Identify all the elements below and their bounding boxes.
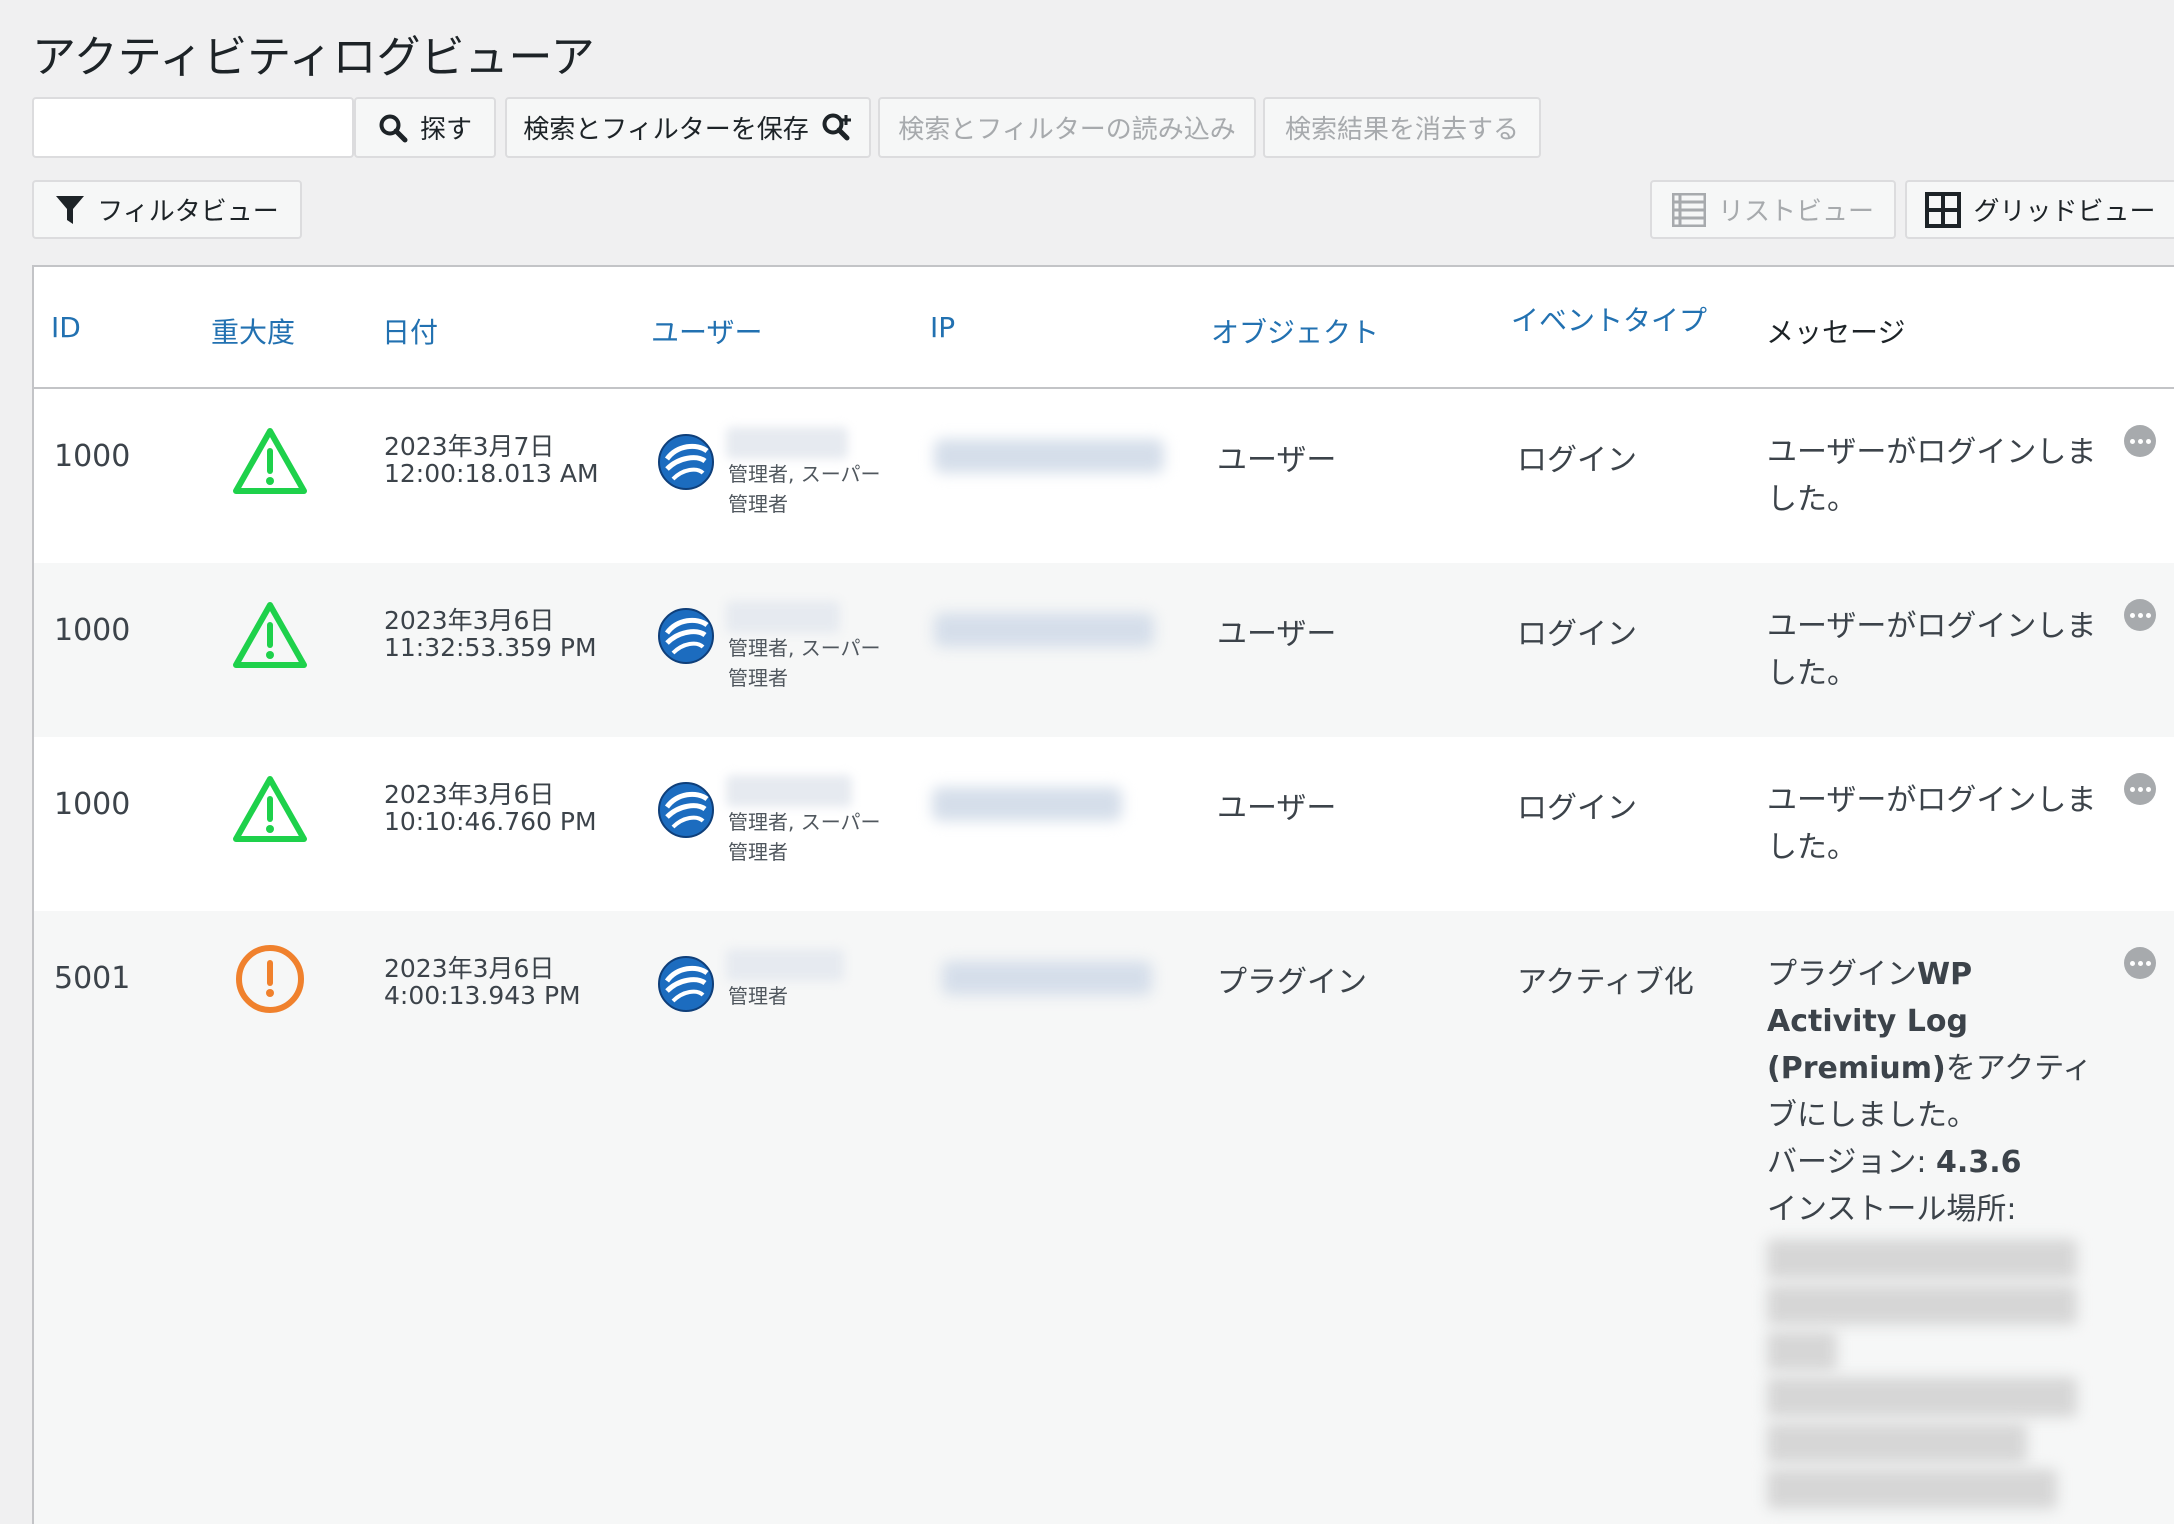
funnel-icon	[56, 195, 85, 224]
grid-view-label: グリッドビュー	[1973, 197, 2156, 227]
search-button[interactable]: 探す	[354, 97, 496, 158]
event-type: ログイン	[1517, 791, 1637, 826]
event-type: ログイン	[1517, 617, 1637, 652]
search-add-icon	[822, 113, 851, 140]
warning-icon	[233, 776, 307, 842]
table-row: 5001 2023年3月6日 4:00:13.943 PM 管理者 プラグイン ア…	[34, 911, 2174, 1524]
table-header: ID 重大度 日付 ユーザー IP オブジェクト イベントタイプ メッセージ	[34, 267, 2174, 389]
filter-view-label: フィルタビュー	[97, 197, 279, 227]
event-object: プラグイン	[1217, 965, 1367, 1000]
col-event-type[interactable]: イベントタイプ	[1511, 299, 1707, 339]
user-avatar[interactable]	[657, 433, 715, 491]
clear-results-label: 検索結果を消去する	[1284, 115, 1519, 145]
message-prefix: プラグイン	[1767, 957, 1917, 992]
user-roles: 管理者, スーパー 管理者	[728, 636, 881, 690]
load-filters-button[interactable]: 検索とフィルターの読み込み	[878, 97, 1256, 158]
search-icon	[379, 114, 408, 142]
list-icon	[1671, 192, 1706, 227]
activity-log-table: ID 重大度 日付 ユーザー IP オブジェクト イベントタイプ メッセージ 1…	[32, 265, 2174, 1524]
list-view-button[interactable]: リストビュー	[1650, 180, 1896, 239]
table-row: 1000 2023年3月7日 12:00:18.013 AM 管理者, スーパー管…	[34, 389, 2174, 563]
table-row: 1000 2023年3月6日 11:32:53.359 PM 管理者, スーパー管…	[34, 563, 2174, 737]
load-filters-label: 検索とフィルターの読み込み	[898, 115, 1236, 145]
ip-redacted	[934, 613, 1154, 647]
event-message: ユーザーがログインしました。	[1767, 609, 2097, 691]
version-value: 4.3.6	[1936, 1145, 2022, 1180]
event-date: 2023年3月6日 11:32:53.359 PM	[384, 606, 597, 662]
col-id[interactable]: ID	[51, 311, 81, 344]
user-avatar[interactable]	[657, 607, 715, 665]
col-object[interactable]: オブジェクト	[1211, 311, 1379, 351]
user-roles: 管理者, スーパー 管理者	[728, 810, 881, 864]
event-id: 1000	[54, 787, 131, 822]
event-message: ユーザーがログインしました。	[1767, 783, 2097, 865]
event-id: 1000	[54, 439, 131, 474]
col-user[interactable]: ユーザー	[651, 311, 762, 351]
user-avatar[interactable]	[657, 781, 715, 839]
save-filters-button[interactable]: 検索とフィルターを保存	[505, 97, 871, 158]
ip-redacted	[942, 961, 1152, 995]
col-ip[interactable]: IP	[930, 311, 955, 344]
user-roles: 管理者	[728, 984, 788, 1008]
search-input[interactable]	[32, 97, 354, 158]
list-view-label: リストビュー	[1717, 197, 1874, 227]
user-avatar[interactable]	[657, 955, 715, 1013]
event-object: ユーザー	[1217, 791, 1337, 826]
save-filters-label: 検索とフィルターを保存	[523, 115, 809, 145]
event-message: ユーザーがログインしました。	[1767, 435, 2097, 517]
event-id: 1000	[54, 613, 131, 648]
event-object: ユーザー	[1217, 617, 1337, 652]
user-roles: 管理者, スーパー 管理者	[728, 462, 881, 516]
grid-view-button[interactable]: グリッドビュー	[1905, 180, 2174, 239]
event-date: 2023年3月6日 4:00:13.943 PM	[384, 954, 581, 1010]
event-object: ユーザー	[1217, 443, 1337, 478]
install-location-label: インストール場所:	[1767, 1192, 2017, 1227]
more-details-icon[interactable]	[2124, 425, 2156, 457]
username-redacted[interactable]	[726, 601, 840, 633]
search-button-label: 探す	[419, 115, 472, 145]
install-path-redacted	[1767, 1239, 2077, 1509]
ip-redacted	[934, 439, 1164, 473]
col-date[interactable]: 日付	[382, 311, 438, 351]
more-details-icon[interactable]	[2124, 599, 2156, 631]
username-redacted[interactable]	[726, 775, 852, 807]
page-title: アクティビティログビューア	[32, 32, 595, 83]
grid-icon	[1925, 191, 1962, 228]
alert-icon	[236, 945, 304, 1013]
version-label: バージョン:	[1767, 1145, 1937, 1180]
col-severity[interactable]: 重大度	[211, 311, 295, 351]
username-redacted[interactable]	[726, 949, 844, 981]
table-row: 1000 2023年3月6日 10:10:46.760 PM 管理者, スーパー管…	[34, 737, 2174, 911]
event-id: 5001	[54, 961, 131, 996]
more-details-icon[interactable]	[2124, 947, 2156, 979]
username-redacted[interactable]	[726, 427, 848, 459]
ip-redacted	[932, 787, 1122, 821]
event-date: 2023年3月7日 12:00:18.013 AM	[384, 432, 599, 488]
filter-view-button[interactable]: フィルタビュー	[32, 180, 302, 239]
warning-icon	[233, 602, 307, 668]
more-details-icon[interactable]	[2124, 773, 2156, 805]
warning-icon	[233, 428, 307, 494]
event-type: ログイン	[1517, 443, 1637, 478]
col-message: メッセージ	[1766, 316, 1906, 349]
event-type: アクティブ化	[1517, 965, 1694, 1000]
event-date: 2023年3月6日 10:10:46.760 PM	[384, 780, 597, 836]
clear-results-button[interactable]: 検索結果を消去する	[1263, 97, 1541, 158]
event-message: プラグインWP Activity Log (Premium)をアクティブにしまし…	[1767, 951, 2107, 1509]
